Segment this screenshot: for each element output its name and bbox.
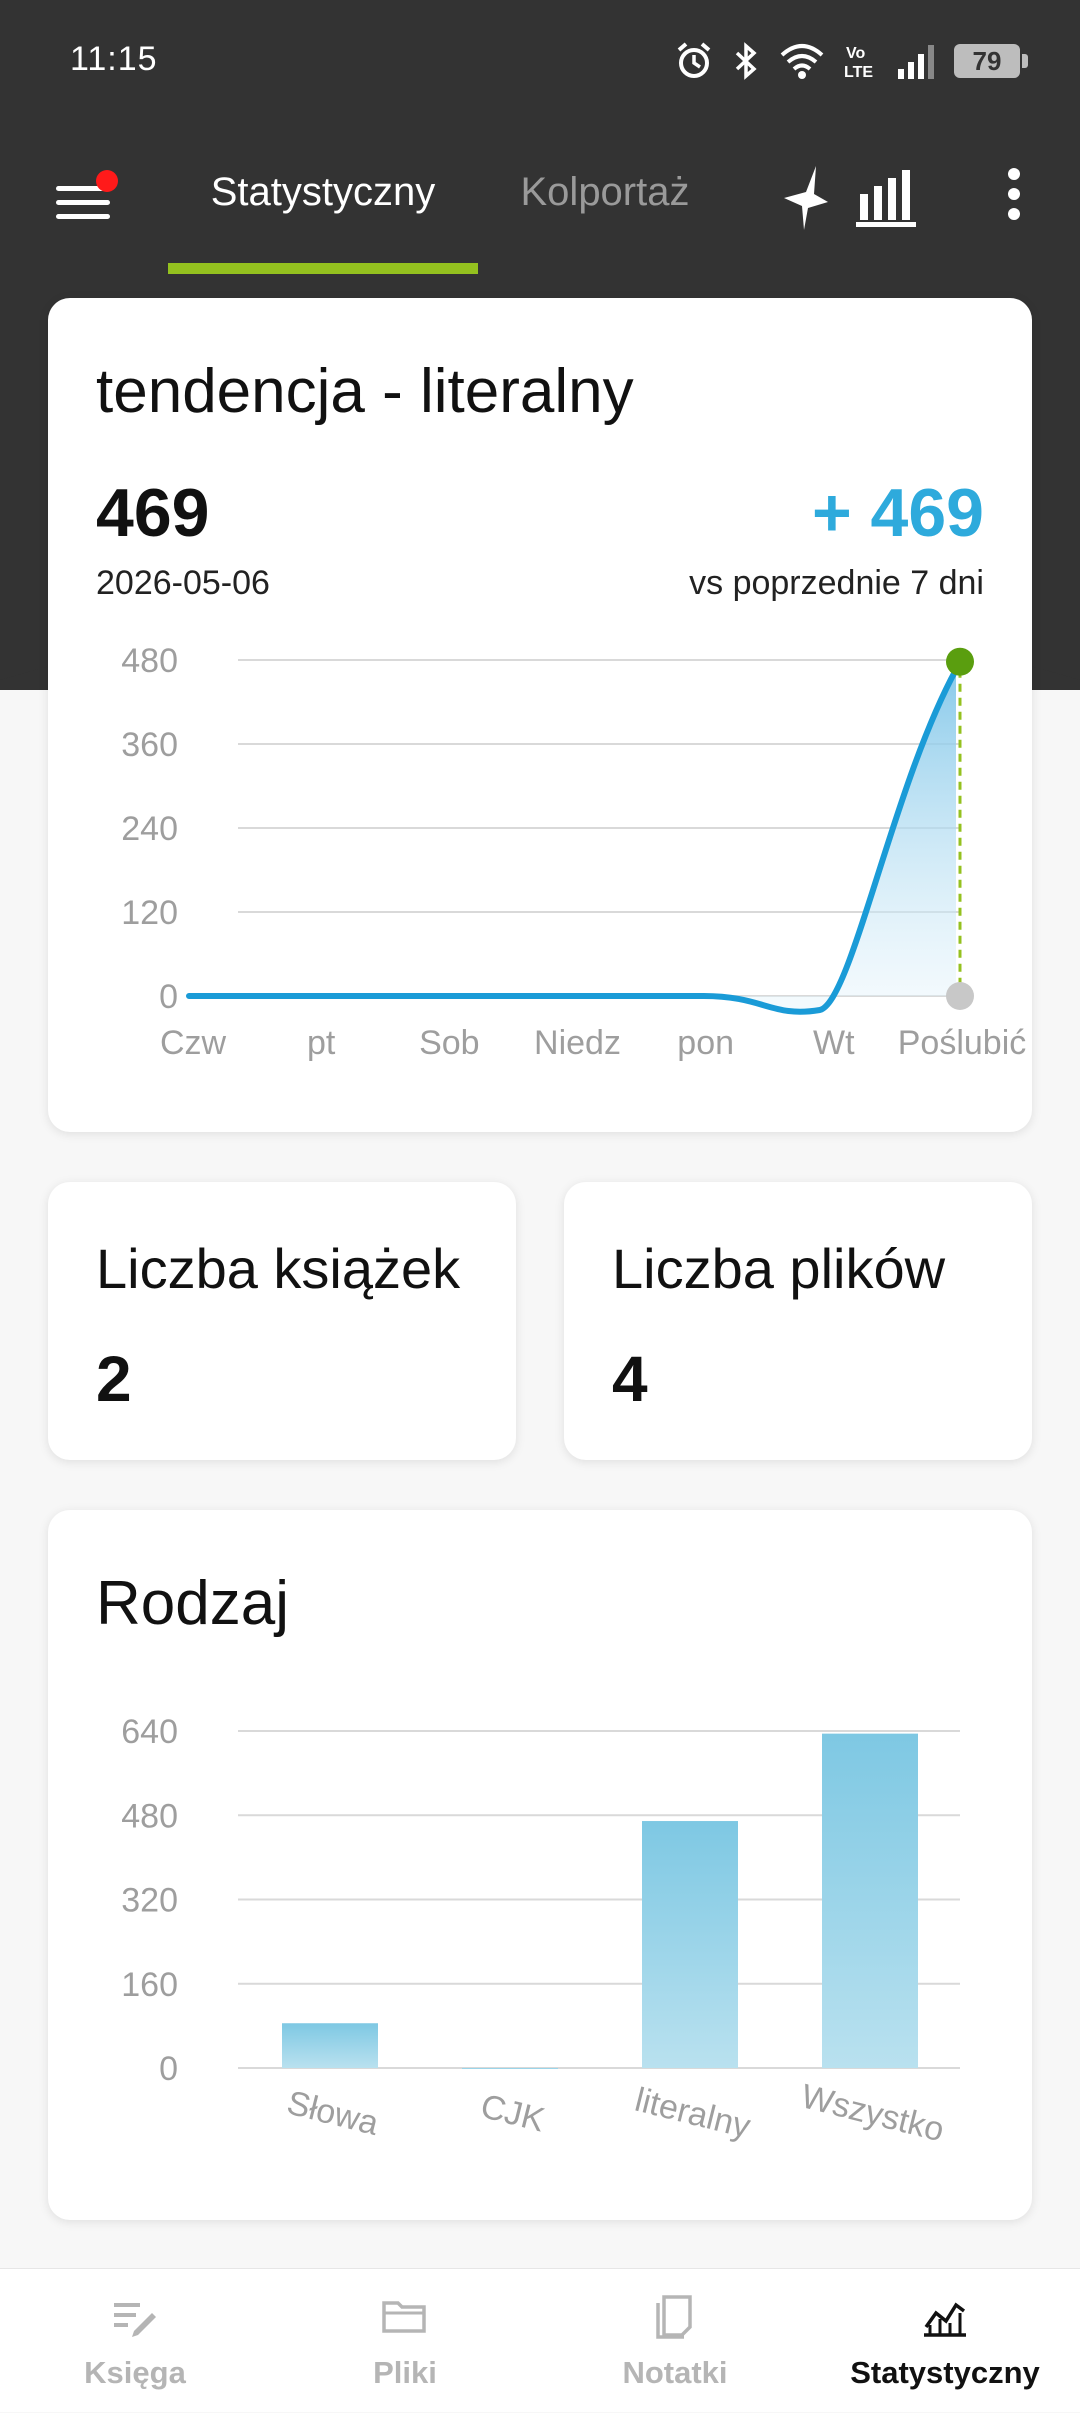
nav-item-statystyczny[interactable]: Statystyczny	[810, 2269, 1080, 2413]
battery-icon: 79	[954, 44, 1028, 78]
menu-icon	[56, 200, 110, 205]
signal-icon	[898, 45, 934, 79]
nav-item-pliki[interactable]: Pliki	[270, 2269, 540, 2413]
nav-item-ksiega[interactable]: Księga	[0, 2269, 270, 2413]
genre-y-tick: 480	[121, 1797, 178, 1835]
files-count-value: 4	[612, 1343, 648, 1415]
stats-chart-icon	[924, 2302, 966, 2337]
trend-delta-caption: vs poprzednie 7 dni	[689, 564, 984, 602]
nav-label-statystyczny: Statystyczny	[850, 2355, 1040, 2390]
nav-label-notatki: Notatki	[622, 2355, 728, 2390]
trend-y-tick: 120	[121, 894, 178, 932]
genre-bar	[282, 2023, 378, 2068]
files-count-card[interactable]: Liczba plików 4	[564, 1182, 1032, 1460]
app-bar: Statystyczny Kolportaż	[0, 130, 1080, 280]
trend-date: 2026-05-06	[96, 564, 270, 602]
trend-value: 469	[96, 475, 210, 551]
trend-x-tick: Sob	[419, 1024, 480, 1062]
books-count-label: Liczba książek	[96, 1237, 461, 1300]
trend-title: tendencja - literalny	[96, 357, 634, 426]
trend-x-tick: Niedz	[534, 1024, 621, 1062]
genre-y-tick: 640	[121, 1713, 178, 1751]
menu-button[interactable]	[54, 170, 118, 230]
more-vert-icon[interactable]	[974, 158, 1054, 238]
genre-y-tick: 320	[121, 1882, 178, 1920]
trend-delta: + 469	[811, 475, 984, 551]
genre-x-tick: literalny	[631, 2081, 754, 2146]
trend-area	[189, 669, 956, 1012]
genre-x-tick: Wszystko	[797, 2077, 947, 2149]
trend-y-tick: 240	[121, 810, 178, 848]
tab-kolportaz[interactable]: Kolportaż	[500, 170, 710, 280]
trend-y-tick: 480	[121, 642, 178, 680]
star-half-icon[interactable]	[768, 158, 848, 238]
trend-x-tick: Czw	[160, 1024, 227, 1062]
trend-x-tick: Wt	[813, 1024, 855, 1062]
books-count-value: 2	[96, 1343, 132, 1415]
bar-chart-icon[interactable]	[848, 158, 928, 238]
genre-title: Rodzaj	[96, 1569, 289, 1638]
status-time: 11:15	[70, 40, 158, 78]
svg-text:LTE: LTE	[844, 64, 873, 81]
alarm-icon	[677, 42, 711, 78]
bottom-navigation: Księga Pliki Notatki Statystyczny	[0, 2268, 1080, 2412]
nav-label-pliki: Pliki	[373, 2355, 437, 2390]
svg-text:Vo: Vo	[846, 45, 865, 62]
trend-card: tendencja - literalny 469 2026-05-06 + 4…	[48, 298, 1032, 1132]
nav-label-ksiega: Księga	[84, 2355, 186, 2390]
notification-dot	[96, 170, 118, 192]
bluetooth-icon	[735, 42, 757, 80]
trend-chart: 0 120 240 360 480 Czw pt Sob Niedz pon Wt Poślubić	[121, 642, 1027, 1062]
trend-highlight-point	[946, 647, 974, 676]
status-icons: Vo LTE 79	[674, 36, 1028, 86]
genre-bar	[822, 1733, 918, 2068]
genre-chart: 0 160 320 480 640 Słowa CJK literalny Wszystko	[121, 1713, 960, 2149]
edit-notes-icon	[114, 2303, 156, 2337]
genre-y-tick: 0	[159, 2050, 178, 2088]
nav-item-notatki[interactable]: Notatki	[540, 2269, 810, 2413]
wifi-icon	[780, 44, 824, 79]
trend-x-tick: pt	[307, 1024, 336, 1062]
genre-bar	[462, 2068, 558, 2069]
trend-x-tick: Poślubić	[898, 1024, 1027, 1062]
trend-x-tick: pon	[677, 1024, 734, 1062]
trend-line	[186, 666, 959, 1015]
genre-y-tick: 160	[121, 1966, 178, 2004]
status-bar: 11:15 Vo LTE 79	[0, 0, 1080, 120]
volte-icon: Vo LTE	[844, 45, 873, 81]
active-tab-indicator	[168, 263, 478, 274]
folder-icon	[382, 2301, 426, 2333]
genre-bar	[642, 1821, 738, 2068]
files-count-label: Liczba plików	[612, 1237, 946, 1300]
genre-x-tick: CJK	[477, 2087, 549, 2139]
trend-base-point	[946, 982, 974, 1010]
genre-x-tick: Słowa	[283, 2084, 382, 2143]
books-count-card[interactable]: Liczba książek 2	[48, 1182, 516, 1460]
menu-icon	[56, 214, 110, 219]
genre-card: Rodzaj 0 160 320 480 640 Słowa CJK literalny Wsz…	[48, 1510, 1032, 2220]
trend-y-tick: 0	[159, 978, 178, 1016]
trend-y-tick: 360	[121, 726, 178, 764]
notes-icon	[656, 2295, 692, 2339]
